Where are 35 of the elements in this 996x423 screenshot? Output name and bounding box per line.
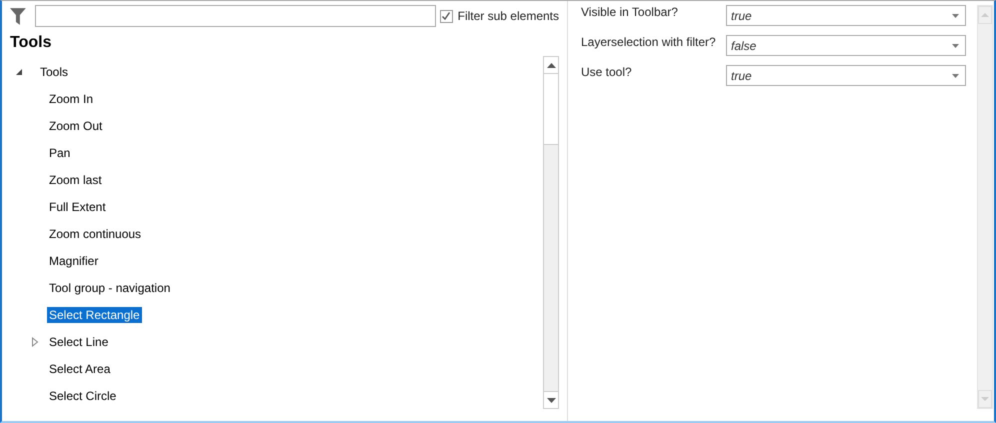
tree-item[interactable]: Tools: [38, 64, 70, 80]
tree-item[interactable]: Zoom In: [47, 90, 96, 106]
tree-item[interactable]: Full Extent: [47, 198, 108, 214]
value-dropdown[interactable]: true: [726, 65, 966, 86]
scroll-down-icon: [981, 397, 989, 401]
scroll-up-icon[interactable]: [546, 62, 556, 68]
tree-item[interactable]: Zoom continuous: [47, 226, 144, 242]
tree-item[interactable]: Select Rectangle: [47, 306, 142, 322]
tree-item[interactable]: Select Circle: [47, 388, 118, 404]
property-label: Visible in Toolbar?: [581, 5, 679, 19]
value-dropdown[interactable]: false: [726, 35, 966, 56]
tree-item[interactable]: Tool group - navigation: [47, 280, 172, 296]
scrollbar[interactable]: [543, 56, 559, 409]
value-dropdown[interactable]: true: [726, 5, 966, 26]
property-label: Layerselection with filter?: [581, 35, 717, 49]
scroll-down-icon[interactable]: [546, 398, 556, 402]
checkbox-label: Filter sub elements: [458, 9, 559, 23]
filter-icon: [10, 8, 26, 24]
tree-item[interactable]: Zoom last: [47, 172, 104, 188]
tree-item[interactable]: Zoom Out: [47, 118, 104, 134]
scroll-up-icon: [981, 13, 989, 17]
filter-field[interactable]: [34, 5, 436, 27]
tree-item[interactable]: Select Area: [47, 360, 112, 376]
panel-heading: Tools: [10, 34, 52, 52]
collapse-triangle-icon[interactable]: [14, 66, 24, 76]
expand-triangle-icon[interactable]: [30, 336, 40, 346]
property-label: Use tool?: [581, 65, 633, 79]
dropdown-caret-icon: [952, 74, 959, 78]
checkbox[interactable]: [440, 10, 453, 22]
tree-item[interactable]: Magnifier: [47, 252, 100, 268]
tree-item[interactable]: Pan: [47, 144, 72, 160]
dropdown-caret-icon: [952, 44, 959, 48]
scroll-thumb[interactable]: [544, 74, 558, 145]
tree-item[interactable]: Select Line: [47, 334, 110, 350]
dropdown-caret-icon: [952, 14, 959, 18]
